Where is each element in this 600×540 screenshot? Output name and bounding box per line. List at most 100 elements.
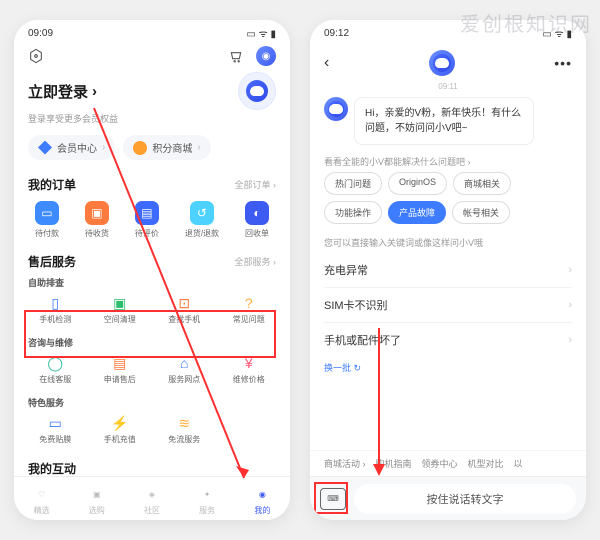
faq-sim[interactable]: SIM卡不识别›: [310, 288, 586, 322]
time-badge: 09:11: [310, 80, 586, 93]
pill-member[interactable]: 会员中心›: [28, 135, 115, 160]
status-icons: ▭ ᯤ ▮: [246, 26, 276, 40]
refund-icon: ↺: [190, 201, 214, 225]
data-icon: ≋: [175, 414, 193, 432]
chat-icon: ▤: [135, 201, 159, 225]
robot-icon: [433, 54, 451, 72]
message-row: Hi，亲爱的V粉，新年快乐！有什么问题，不妨问问小V吧~: [310, 93, 586, 149]
pill-points[interactable]: 积分商城›: [123, 135, 210, 160]
avatar-big[interactable]: [238, 72, 276, 110]
bottom-chips: 商城活动 › 购机指南 领券中心 机型对比 以: [310, 450, 586, 476]
back-button[interactable]: ‹: [324, 54, 329, 72]
person-icon: ◉: [253, 486, 271, 504]
chevron-right-icon: ›: [102, 142, 105, 153]
orders-row: ▭待付款 ▣待收货 ▤待评价 ↺退货/退款 ◐回收单: [14, 197, 290, 247]
hint-1[interactable]: 看看全能的小V都能解决什么问题吧 ›: [310, 149, 586, 172]
refresh-button[interactable]: 换一批 ↻: [310, 357, 586, 382]
grid-faq[interactable]: ?常见问题: [218, 291, 281, 328]
recycle-icon: ◐: [245, 201, 269, 225]
grid-film[interactable]: ▭免费贴膜: [24, 411, 87, 448]
service-icon: ✦: [198, 486, 216, 504]
order-recycle[interactable]: ◐回收单: [245, 201, 269, 239]
faq-charge[interactable]: 充电异常›: [310, 253, 586, 287]
faq-broken[interactable]: 手机或配件坏了›: [310, 323, 586, 357]
msg-avatar: [324, 97, 348, 121]
aftersales-title-row: 售后服务 全部服务 ›: [14, 247, 290, 274]
grid-phone-check[interactable]: ▯手机检测: [24, 291, 87, 328]
nav-shop[interactable]: ▣选购: [88, 486, 106, 516]
nav-service[interactable]: ✦服务: [198, 486, 216, 516]
heart-icon: ♡: [33, 486, 51, 504]
coin-icon: [133, 141, 147, 155]
grid-recharge[interactable]: ⚡手机充值: [89, 411, 152, 448]
status-time: 09:12: [324, 28, 349, 39]
chip-account[interactable]: 帐号相关: [452, 201, 510, 224]
grid-apply-after[interactable]: ▤申请售后: [89, 351, 152, 388]
bc-compare[interactable]: 机型对比: [468, 457, 504, 470]
truck-icon: ▣: [85, 201, 109, 225]
order-refund[interactable]: ↺退货/退款: [185, 201, 219, 239]
order-pending-pay[interactable]: ▭待付款: [35, 201, 59, 239]
chip-fault[interactable]: 产品故障: [388, 201, 446, 224]
avatar-small[interactable]: ◉: [256, 46, 276, 66]
nav-community[interactable]: ◈社区: [143, 486, 161, 516]
bc-more[interactable]: 以: [514, 457, 523, 470]
aftersales-title: 售后服务: [28, 253, 76, 270]
bc-guide[interactable]: 购机指南: [376, 457, 412, 470]
chevron-right-icon: ›: [568, 264, 572, 276]
chip-originos[interactable]: OriginOS: [388, 172, 447, 195]
bottom-nav: ♡精选 ▣选购 ◈社区 ✦服务 ◉我的: [14, 476, 290, 520]
bc-mall[interactable]: 商城活动 ›: [324, 457, 366, 470]
grid-online-service[interactable]: ◯在线客服: [24, 351, 87, 388]
grid-clean[interactable]: ▣空间清理: [89, 291, 152, 328]
nav-mine[interactable]: ◉我的: [253, 486, 271, 516]
price-icon: ¥: [240, 354, 258, 372]
sub-self-check: 自助排查: [14, 274, 290, 289]
login-row[interactable]: 立即登录›: [14, 66, 290, 112]
nav-featured[interactable]: ♡精选: [33, 486, 51, 516]
grid-service-point[interactable]: ⌂服务网点: [153, 351, 216, 388]
status-bar: 09:12 ▭ ᯤ ▮: [310, 20, 586, 46]
sub-special: 特色服务: [14, 394, 290, 409]
chip-mall[interactable]: 商城相关: [453, 172, 511, 195]
keyboard-icon[interactable]: ⌨: [320, 488, 346, 510]
phone-right: 09:12 ▭ ᯤ ▮ ‹ ••• 09:11 Hi，亲爱的V粉，新年快乐！有什…: [310, 20, 586, 520]
grid-data-free[interactable]: ≋免流服务: [153, 411, 216, 448]
voice-button[interactable]: 按住说话转文字: [354, 484, 576, 514]
login-title: 立即登录›: [28, 81, 97, 102]
clean-icon: ▣: [111, 294, 129, 312]
status-time: 09:09: [28, 28, 53, 39]
status-bar: 09:09 ▭ ᯤ ▮: [14, 20, 290, 46]
chevron-right-icon: ›: [568, 299, 572, 311]
grid-empty: [218, 411, 281, 448]
category-chips: 热门问题 OriginOS 商城相关 功能操作 产品故障 帐号相关: [310, 172, 586, 230]
status-icons: ▭ ᯤ ▮: [542, 26, 572, 40]
chip-function[interactable]: 功能操作: [324, 201, 382, 224]
cart-icon[interactable]: [228, 48, 244, 64]
grid-special: ▭免费贴膜 ⚡手机充值 ≋免流服务: [14, 409, 290, 454]
aftersales-more[interactable]: 全部服务 ›: [235, 255, 277, 268]
order-pending-review[interactable]: ▤待评价: [135, 201, 159, 239]
orders-more[interactable]: 全部订单 ›: [235, 178, 277, 191]
login-subtitle: 登录享受更多会员权益: [14, 112, 290, 131]
chevron-right-icon: ›: [197, 142, 200, 153]
bag-icon: ▣: [88, 486, 106, 504]
location-icon: ⌂: [175, 354, 193, 372]
wallet-icon: ▭: [35, 201, 59, 225]
doc-icon: ▤: [111, 354, 129, 372]
question-icon: ?: [240, 294, 258, 312]
chip-hot[interactable]: 热门问题: [324, 172, 382, 195]
grid-find-phone[interactable]: ⊡查找手机: [153, 291, 216, 328]
robot-icon: [246, 80, 268, 102]
settings-hex-icon[interactable]: [28, 48, 44, 64]
bc-coupon[interactable]: 领券中心: [422, 457, 458, 470]
chat-avatar: [429, 50, 455, 76]
more-button[interactable]: •••: [554, 55, 572, 71]
recharge-icon: ⚡: [111, 414, 129, 432]
phone-icon: ▯: [46, 294, 64, 312]
order-pending-receive[interactable]: ▣待收货: [85, 201, 109, 239]
grid-repair-price[interactable]: ¥维修价格: [218, 351, 281, 388]
sub-consult: 咨询与维修: [14, 334, 290, 349]
chevron-right-icon: ›: [568, 334, 572, 346]
film-icon: ▭: [46, 414, 64, 432]
